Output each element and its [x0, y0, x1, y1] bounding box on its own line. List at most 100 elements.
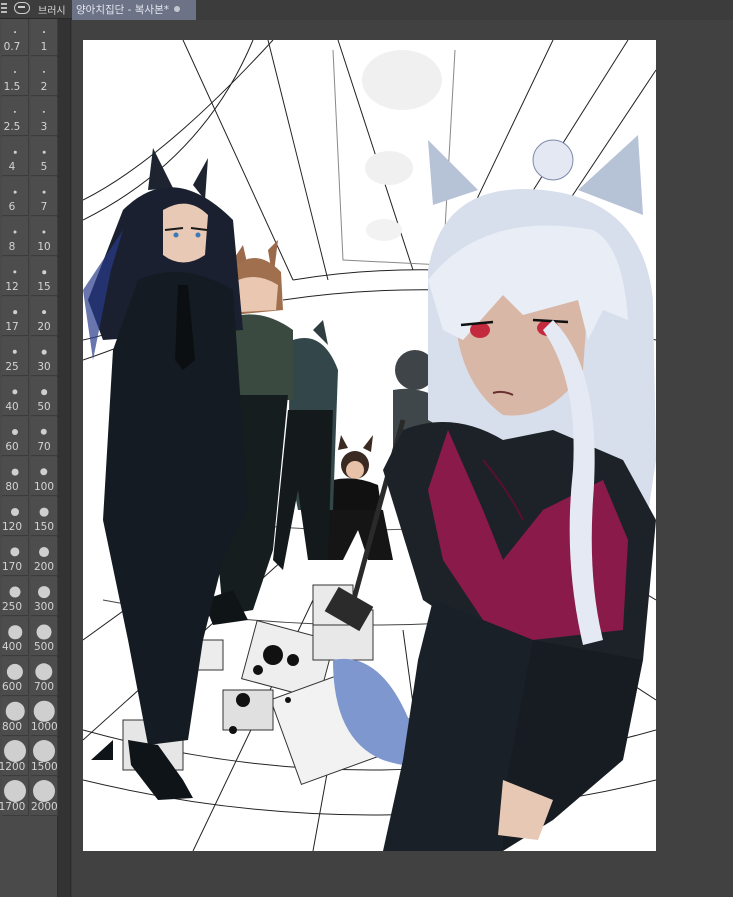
brush-size-label: 20	[37, 321, 51, 333]
brush-size-label: 100	[33, 481, 55, 493]
brush-size-70[interactable]: 70	[31, 417, 58, 456]
brush-size-label: 4	[8, 161, 16, 173]
brush-size-label: 700	[33, 681, 55, 693]
brush-size-20[interactable]: 20	[31, 297, 58, 336]
brush-size-preview-icon	[8, 625, 22, 639]
brush-size-1[interactable]: 1	[31, 17, 58, 56]
brush-size-17[interactable]: 17	[2, 297, 29, 336]
brush-size-8[interactable]: 8	[2, 217, 29, 256]
brush-size-120[interactable]: 120	[2, 497, 29, 536]
brush-size-preview-icon	[12, 389, 18, 395]
brush-size-preview-icon	[13, 230, 17, 234]
close-tab-icon[interactable]	[174, 6, 180, 12]
brush-size-40[interactable]: 40	[2, 377, 29, 416]
brush-size-60[interactable]: 60	[2, 417, 29, 456]
brush-size-preview-icon	[43, 31, 45, 33]
brush-size-label: 25	[5, 361, 19, 373]
brush-size-preview-icon	[13, 150, 17, 154]
brush-size-label: 1700	[0, 801, 26, 813]
brush-size-preview-icon	[39, 507, 49, 517]
brush-size-preview-icon	[42, 70, 46, 74]
ceiling-light	[366, 219, 402, 241]
brush-size-label: 2.5	[3, 121, 21, 133]
brush-size-preview-icon	[33, 700, 55, 722]
brush-size-label: 1000	[31, 721, 58, 733]
brush-size-0_7[interactable]: 0.7	[2, 17, 29, 56]
ceiling-light	[362, 50, 442, 110]
brush-size-preview-icon	[41, 389, 47, 395]
brush-size-200[interactable]: 200	[31, 537, 58, 576]
brush-size-preview-icon	[13, 70, 17, 74]
brush-size-1500[interactable]: 1500	[31, 737, 58, 776]
brush-size-preview-icon	[42, 150, 46, 154]
brush-size-preview-icon	[40, 468, 48, 476]
brush-size-80[interactable]: 80	[2, 457, 29, 496]
brush-size-preview-icon	[4, 740, 26, 762]
brush-size-preview-icon	[12, 349, 18, 355]
brush-size-label: 600	[1, 681, 23, 693]
brush-size-2000[interactable]: 2000	[31, 777, 58, 816]
brush-size-10[interactable]: 10	[31, 217, 58, 256]
brush-size-label: 10	[37, 241, 51, 253]
brush-size-3[interactable]: 3	[31, 97, 58, 136]
brush-size-label: 80	[5, 481, 19, 493]
brush-size-500[interactable]: 500	[31, 617, 58, 656]
brush-size-panel: 브러시 0.7 1 1.5 2 2.5 3 4 5 6 7 8 10 12 15 17 20 25 30 40 50 6…	[0, 0, 72, 897]
brush-size-5[interactable]: 5	[31, 137, 58, 176]
brush-size-label: 500	[33, 641, 55, 653]
brush-panel-header: 브러시	[0, 0, 72, 19]
brush-size-preview-icon	[13, 190, 17, 194]
brush-size-1_5[interactable]: 1.5	[2, 57, 29, 96]
brush-size-1700[interactable]: 1700	[0, 777, 29, 816]
brush-size-label: 7	[40, 201, 48, 213]
brush-size-label: 30	[37, 361, 51, 373]
brush-panel-title: 브러시	[38, 6, 66, 17]
brush-size-2_5[interactable]: 2.5	[2, 97, 29, 136]
brush-size-label: 12	[5, 281, 19, 293]
brush-size-300[interactable]: 300	[31, 577, 58, 616]
document-tab-bar: 양아치집단 - 복사본*	[72, 0, 733, 20]
panel-divider[interactable]	[58, 0, 71, 897]
brush-size-preview-icon	[10, 507, 20, 517]
brush-size-1200[interactable]: 1200	[0, 737, 29, 776]
brush-size-label: 3	[40, 121, 48, 133]
brush-size-12[interactable]: 12	[2, 257, 29, 296]
brush-size-preview-icon	[14, 31, 16, 33]
brush-size-2[interactable]: 2	[31, 57, 58, 96]
brush-size-preview-icon	[11, 428, 19, 436]
brush-size-600[interactable]: 600	[2, 657, 29, 696]
brush-size-50[interactable]: 50	[31, 377, 58, 416]
brush-size-1000[interactable]: 1000	[31, 697, 58, 736]
brush-size-preview-icon	[6, 663, 24, 681]
brush-size-250[interactable]: 250	[2, 577, 29, 616]
brush-size-label: 1200	[0, 761, 26, 773]
brush-size-150[interactable]: 150	[31, 497, 58, 536]
panel-link-icon[interactable]	[14, 2, 30, 14]
brush-size-100[interactable]: 100	[31, 457, 58, 496]
brush-size-preview-icon	[11, 468, 19, 476]
drawing-canvas[interactable]	[83, 40, 656, 851]
brush-size-4[interactable]: 4	[2, 137, 29, 176]
brush-size-label: 120	[1, 521, 23, 533]
tab-document[interactable]: 양아치집단 - 복사본*	[72, 0, 196, 20]
brush-size-label: 300	[33, 601, 55, 613]
brush-size-label: 800	[1, 721, 23, 733]
panel-menu-icon[interactable]	[1, 3, 7, 13]
brush-size-800[interactable]: 800	[2, 697, 29, 736]
brush-size-preview-icon	[13, 310, 17, 314]
brush-size-30[interactable]: 30	[31, 337, 58, 376]
brush-size-preview-icon	[38, 586, 50, 598]
brush-size-170[interactable]: 170	[2, 537, 29, 576]
brush-size-label: 5	[40, 161, 48, 173]
brush-size-700[interactable]: 700	[31, 657, 58, 696]
brush-size-15[interactable]: 15	[31, 257, 58, 296]
brush-size-7[interactable]: 7	[31, 177, 58, 216]
brush-size-6[interactable]: 6	[2, 177, 29, 216]
brush-size-label: 400	[1, 641, 23, 653]
brush-size-label: 8	[8, 241, 16, 253]
brush-size-400[interactable]: 400	[2, 617, 29, 656]
brush-size-25[interactable]: 25	[2, 337, 29, 376]
ceiling-light	[365, 151, 413, 185]
brush-size-label: 200	[33, 561, 55, 573]
brush-size-label: 60	[5, 441, 19, 453]
